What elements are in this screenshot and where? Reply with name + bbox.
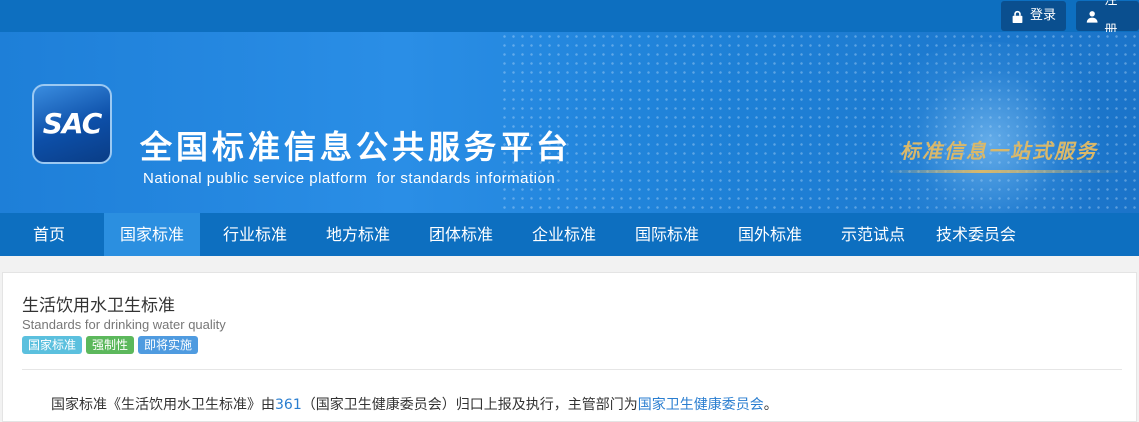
standard-detail-panel: 生活饮用水卫生标准 Standards for drinking water q…: [2, 272, 1137, 422]
nav-item-foreign-standards[interactable]: 国外标准: [722, 213, 818, 256]
nav-item-enterprise-standards[interactable]: 企业标准: [516, 213, 612, 256]
standard-description: 国家标准《生活饮用水卫生标准》由361（国家卫生健康委员会）归口上报及执行，主管…: [51, 394, 778, 414]
gold-swoosh-decoration: [885, 170, 1125, 173]
nav-item-home[interactable]: 首页: [0, 213, 98, 256]
top-bar: 登录 注册: [0, 0, 1139, 38]
badge-upcoming: 即将实施: [138, 336, 199, 354]
badge-mandatory: 强制性: [86, 336, 135, 354]
login-label: 登录: [1030, 8, 1057, 23]
user-icon: [1086, 10, 1098, 23]
register-button[interactable]: 注册: [1076, 0, 1139, 38]
tc-code-link[interactable]: 361: [275, 397, 302, 413]
login-button[interactable]: 登录: [1001, 1, 1067, 31]
badge-national-standard: 国家标准: [22, 336, 83, 354]
standard-title-en: Standards for drinking water quality: [22, 317, 226, 332]
nav-item-group-standards[interactable]: 团体标准: [413, 213, 509, 256]
lock-icon: [1012, 10, 1023, 23]
nav-item-industry-standards[interactable]: 行业标准: [207, 213, 303, 256]
divider: [22, 369, 1122, 370]
slogan-calligraphy: 标准信息一站式服务: [900, 139, 1098, 163]
site-title: 全国标准信息公共服务平台: [140, 128, 573, 166]
nav-item-international-standards[interactable]: 国际标准: [619, 213, 715, 256]
standard-title: 生活饮用水卫生标准: [22, 296, 175, 316]
nav-item-local-standards[interactable]: 地方标准: [310, 213, 406, 256]
header-banner: SAC 全国标准信息公共服务平台 National public service…: [0, 32, 1139, 213]
desc-suffix: 。: [763, 397, 778, 413]
sac-logo[interactable]: SAC: [32, 84, 112, 164]
nav-item-technical-committees[interactable]: 技术委员会: [925, 213, 1027, 256]
desc-prefix: 国家标准《生活饮用水卫生标准》由: [51, 397, 275, 413]
nav-item-demonstration-pilots[interactable]: 示范试点: [825, 213, 921, 256]
main-nav: 首页 国家标准 行业标准 地方标准 团体标准 企业标准 国际标准 国外标准 示范…: [0, 213, 1139, 256]
nav-item-national-standards[interactable]: 国家标准: [104, 213, 200, 256]
site-subtitle: National public service platform for sta…: [143, 170, 556, 187]
status-badges: 国家标准 强制性 即将实施: [22, 336, 199, 354]
authority-link[interactable]: 国家卫生健康委员会: [638, 397, 764, 413]
desc-mid: （国家卫生健康委员会）归口上报及执行，主管部门为: [301, 397, 638, 413]
